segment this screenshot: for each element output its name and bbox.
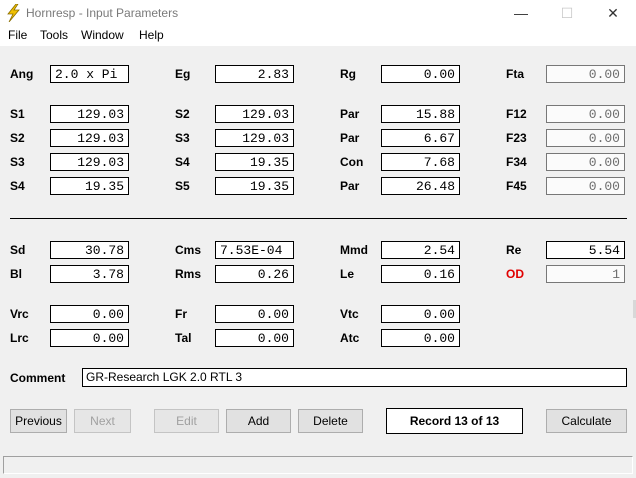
menu-file[interactable]: File xyxy=(8,28,27,42)
edit-button[interactable]: Edit xyxy=(154,409,219,433)
label-le: Le xyxy=(340,267,355,281)
field-f23: 0.00 xyxy=(546,129,625,147)
field-f45: 0.00 xyxy=(546,177,625,195)
label-sd: Sd xyxy=(10,243,26,257)
status-bar xyxy=(3,456,633,474)
field-bl[interactable]: 3.78 xyxy=(50,265,129,283)
label-rms: Rms xyxy=(175,267,202,281)
field-eg[interactable]: 2.83 xyxy=(215,65,294,83)
field-cms[interactable]: 7.53E-04 xyxy=(215,241,294,259)
field-rg[interactable]: 0.00 xyxy=(381,65,460,83)
field-vtc[interactable]: 0.00 xyxy=(381,305,460,323)
field-le[interactable]: 0.16 xyxy=(381,265,460,283)
label-vrc: Vrc xyxy=(10,307,29,321)
field-atc[interactable]: 0.00 xyxy=(381,329,460,347)
field-f34: 0.00 xyxy=(546,153,625,171)
label-eg: Eg xyxy=(175,67,191,81)
label-mmd: Mmd xyxy=(340,243,368,257)
label-rg: Rg xyxy=(340,67,356,81)
field-od: 1 xyxy=(546,265,625,283)
label-lrc: Lrc xyxy=(10,331,29,345)
field-s1[interactable]: 129.03 xyxy=(50,105,129,123)
field-s3b[interactable]: 129.03 xyxy=(50,153,129,171)
record-indicator: Record 13 of 13 xyxy=(386,408,523,434)
lightning-bolt-icon xyxy=(7,4,20,22)
label-par1: Par xyxy=(340,107,360,121)
label-vtc: Vtc xyxy=(340,307,359,321)
menu-bar: File Tools Window Help xyxy=(0,26,636,46)
field-rms[interactable]: 0.26 xyxy=(215,265,294,283)
label-ang: Ang xyxy=(10,67,34,81)
label-s3b: S3 xyxy=(10,155,25,169)
title-bar: Hornresp - Input Parameters — ☐ ✕ xyxy=(0,0,636,26)
label-f45: F45 xyxy=(506,179,527,193)
menu-window[interactable]: Window xyxy=(81,28,124,42)
label-od[interactable]: OD xyxy=(506,267,524,281)
add-button[interactable]: Add xyxy=(226,409,291,433)
field-tal[interactable]: 0.00 xyxy=(215,329,294,347)
label-fr: Fr xyxy=(175,307,187,321)
next-button[interactable]: Next xyxy=(74,409,131,433)
delete-button[interactable]: Delete xyxy=(298,409,363,433)
label-f23: F23 xyxy=(506,131,527,145)
field-fta: 0.00 xyxy=(546,65,625,83)
close-button[interactable]: ✕ xyxy=(590,0,636,26)
label-bl: Bl xyxy=(10,267,22,281)
label-s1: S1 xyxy=(10,107,25,121)
label-s2b: S2 xyxy=(10,131,25,145)
field-vrc[interactable]: 0.00 xyxy=(50,305,129,323)
label-comment: Comment xyxy=(10,371,66,385)
field-s4a[interactable]: 19.35 xyxy=(215,153,294,171)
field-s4b[interactable]: 19.35 xyxy=(50,177,129,195)
field-sd[interactable]: 30.78 xyxy=(50,241,129,259)
label-par3: Par xyxy=(340,179,360,193)
field-par2[interactable]: 6.67 xyxy=(381,129,460,147)
field-s2a[interactable]: 129.03 xyxy=(215,105,294,123)
maximize-button[interactable]: ☐ xyxy=(544,0,590,26)
field-par1[interactable]: 15.88 xyxy=(381,105,460,123)
label-tal: Tal xyxy=(175,331,192,345)
menu-tools[interactable]: Tools xyxy=(40,28,68,42)
field-fr[interactable]: 0.00 xyxy=(215,305,294,323)
label-atc: Atc xyxy=(340,331,360,345)
comment-field[interactable]: GR-Research LGK 2.0 RTL 3 xyxy=(82,368,627,387)
label-f34: F34 xyxy=(506,155,527,169)
label-s4a: S4 xyxy=(175,155,190,169)
label-f12: F12 xyxy=(506,107,527,121)
minimize-button[interactable]: — xyxy=(498,0,544,26)
label-s3a: S3 xyxy=(175,131,190,145)
field-re[interactable]: 5.54 xyxy=(546,241,625,259)
label-con: Con xyxy=(340,155,364,169)
label-s2a: S2 xyxy=(175,107,190,121)
menu-help[interactable]: Help xyxy=(139,28,164,42)
label-s4b: S4 xyxy=(10,179,25,193)
calculate-button[interactable]: Calculate xyxy=(546,409,627,433)
label-par2: Par xyxy=(340,131,360,145)
field-lrc[interactable]: 0.00 xyxy=(50,329,129,347)
section-divider xyxy=(10,218,627,219)
label-re: Re xyxy=(506,243,522,257)
window-title: Hornresp - Input Parameters xyxy=(26,6,179,20)
field-s3a[interactable]: 129.03 xyxy=(215,129,294,147)
field-s2b[interactable]: 129.03 xyxy=(50,129,129,147)
field-mmd[interactable]: 2.54 xyxy=(381,241,460,259)
field-con[interactable]: 7.68 xyxy=(381,153,460,171)
field-par3[interactable]: 26.48 xyxy=(381,177,460,195)
field-f12: 0.00 xyxy=(546,105,625,123)
previous-button[interactable]: Previous xyxy=(10,409,67,433)
label-cms: Cms xyxy=(175,243,202,257)
label-fta: Fta xyxy=(506,67,524,81)
label-s5: S5 xyxy=(175,179,190,193)
field-ang[interactable]: 2.0 x Pi xyxy=(50,65,129,83)
field-s5[interactable]: 19.35 xyxy=(215,177,294,195)
